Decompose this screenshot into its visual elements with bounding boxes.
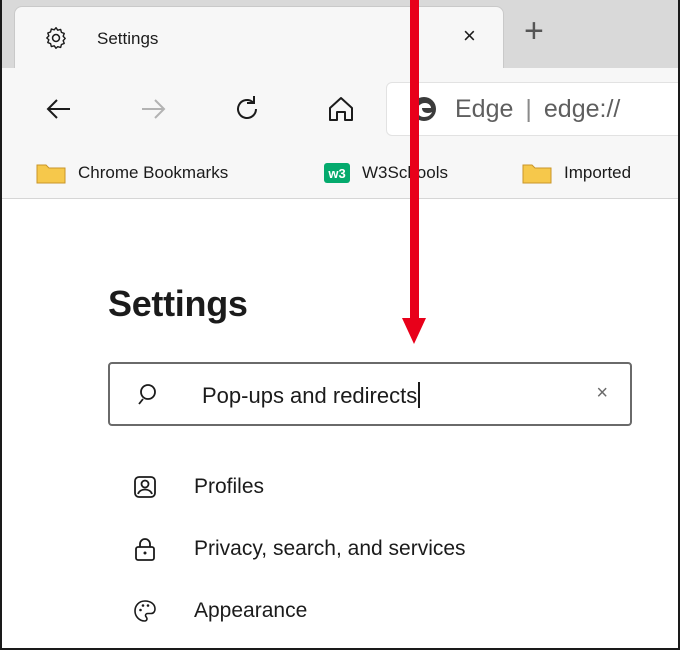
bookmark-imported[interactable]: Imported xyxy=(522,158,631,188)
menu-label: Privacy, search, and services xyxy=(194,537,466,560)
tab-title: Settings xyxy=(97,29,159,48)
search-value: Pop-ups and redirects xyxy=(202,382,420,409)
lock-icon xyxy=(135,538,155,561)
browser-window: Settings × + Edge | edge:// Chrome Bookm… xyxy=(0,0,680,650)
bookmark-w3schools[interactable]: w3 W3Schools xyxy=(324,158,448,188)
refresh-icon[interactable] xyxy=(230,92,264,126)
menu-item-appearance[interactable]: Appearance xyxy=(132,591,612,631)
w3schools-icon: w3 xyxy=(324,163,350,183)
tab-close-button[interactable]: × xyxy=(463,23,476,49)
settings-search-input[interactable]: Pop-ups and redirects × xyxy=(108,362,632,426)
bookmark-label: Chrome Bookmarks xyxy=(78,163,229,182)
address-text: Edge | edge:// xyxy=(455,95,620,124)
back-arrow-icon[interactable] xyxy=(42,92,76,126)
address-url: edge:// xyxy=(543,95,621,123)
palette-icon xyxy=(134,600,156,622)
menu-label: Appearance xyxy=(194,599,308,622)
bookmark-chrome-bookmarks[interactable]: Chrome Bookmarks xyxy=(36,158,228,188)
folder-icon xyxy=(522,164,552,184)
menu-label: Profiles xyxy=(194,475,265,498)
tab-strip: Settings × + xyxy=(2,0,678,73)
annotation-arrow-shaft xyxy=(410,0,419,325)
settings-page: Settings Pop-ups and redirects × Profile… xyxy=(2,199,678,648)
navigation-toolbar: Edge | edge:// xyxy=(2,68,678,150)
new-tab-button[interactable]: + xyxy=(524,12,544,51)
home-icon[interactable] xyxy=(324,92,358,126)
profile-icon xyxy=(134,476,156,498)
annotation-arrow-head xyxy=(402,318,426,344)
address-bar[interactable]: Edge | edge:// xyxy=(386,82,678,136)
text-caret xyxy=(418,382,420,408)
bookmark-label: W3Schools xyxy=(362,163,448,182)
bookmarks-bar: Chrome Bookmarks w3 W3Schools Imported xyxy=(2,150,678,199)
folder-icon xyxy=(36,164,66,184)
page-title: Settings xyxy=(108,283,248,324)
gear-icon xyxy=(46,27,66,49)
clear-search-button[interactable]: × xyxy=(596,382,608,405)
bookmark-label: Imported xyxy=(564,163,632,182)
tab-settings[interactable]: Settings × xyxy=(14,6,504,73)
forward-arrow-icon[interactable] xyxy=(136,92,170,126)
menu-item-profiles[interactable]: Profiles xyxy=(132,467,612,507)
search-icon xyxy=(138,384,156,405)
menu-item-privacy[interactable]: Privacy, search, and services xyxy=(132,529,612,569)
address-brand: Edge xyxy=(455,95,514,123)
address-separator: | xyxy=(525,95,532,123)
